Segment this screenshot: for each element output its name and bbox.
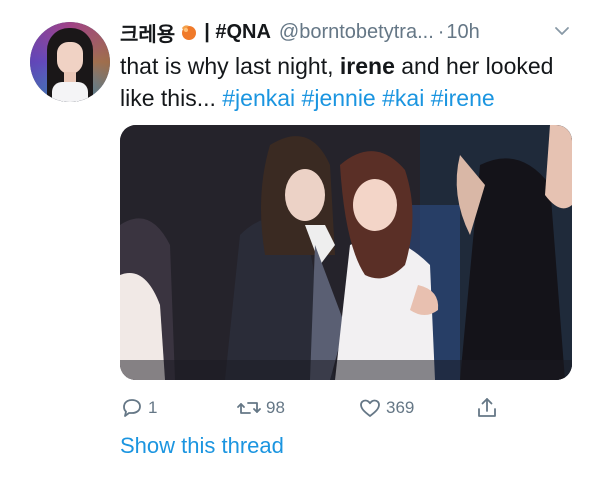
user-handle[interactable]: @borntobetytra...: [279, 21, 434, 44]
photo-illustration: [120, 125, 572, 380]
hashtag-kai[interactable]: #kai: [382, 85, 424, 111]
retweet-icon: [237, 402, 261, 414]
retweet-count: 98: [266, 398, 285, 417]
avatar-top: [52, 82, 88, 102]
share-icon: [478, 398, 496, 417]
tweet-actions: 1 98 369: [120, 392, 580, 424]
reply-button[interactable]: 1: [120, 392, 157, 424]
avatar-face: [57, 42, 83, 74]
tweet-text-bold: irene: [339, 53, 395, 79]
hashtag-irene[interactable]: #irene: [431, 85, 495, 111]
heart-icon: [360, 399, 380, 417]
chevron-down-icon[interactable]: [553, 22, 571, 40]
like-count: 369: [386, 398, 415, 417]
separator-dot: ·: [437, 20, 445, 43]
display-name[interactable]: 크레용: [120, 18, 175, 47]
tweet-text-part1: that is why last night,: [120, 53, 340, 79]
like-button[interactable]: 369: [358, 392, 414, 424]
retweet-button[interactable]: 98: [236, 392, 285, 424]
avatar[interactable]: [30, 22, 110, 102]
reply-count: 1: [148, 398, 158, 417]
hashtag-jennie[interactable]: #jennie: [302, 85, 376, 111]
share-button[interactable]: [475, 392, 503, 424]
display-name-suffix[interactable]: | #QNA: [204, 21, 271, 44]
show-thread-link[interactable]: Show this thread: [120, 433, 284, 459]
reply-icon: [123, 399, 141, 417]
tweet-header: 크레용 | #QNA @borntobetytra... · 10h: [120, 18, 580, 46]
orange-fire-emoji-icon: [178, 22, 198, 42]
timestamp[interactable]: 10h: [446, 21, 479, 44]
tweet-text: that is why last night, irene and her lo…: [120, 50, 580, 114]
hashtag-jenkai[interactable]: #jenkai: [222, 85, 295, 111]
tweet-photo[interactable]: [120, 125, 572, 380]
